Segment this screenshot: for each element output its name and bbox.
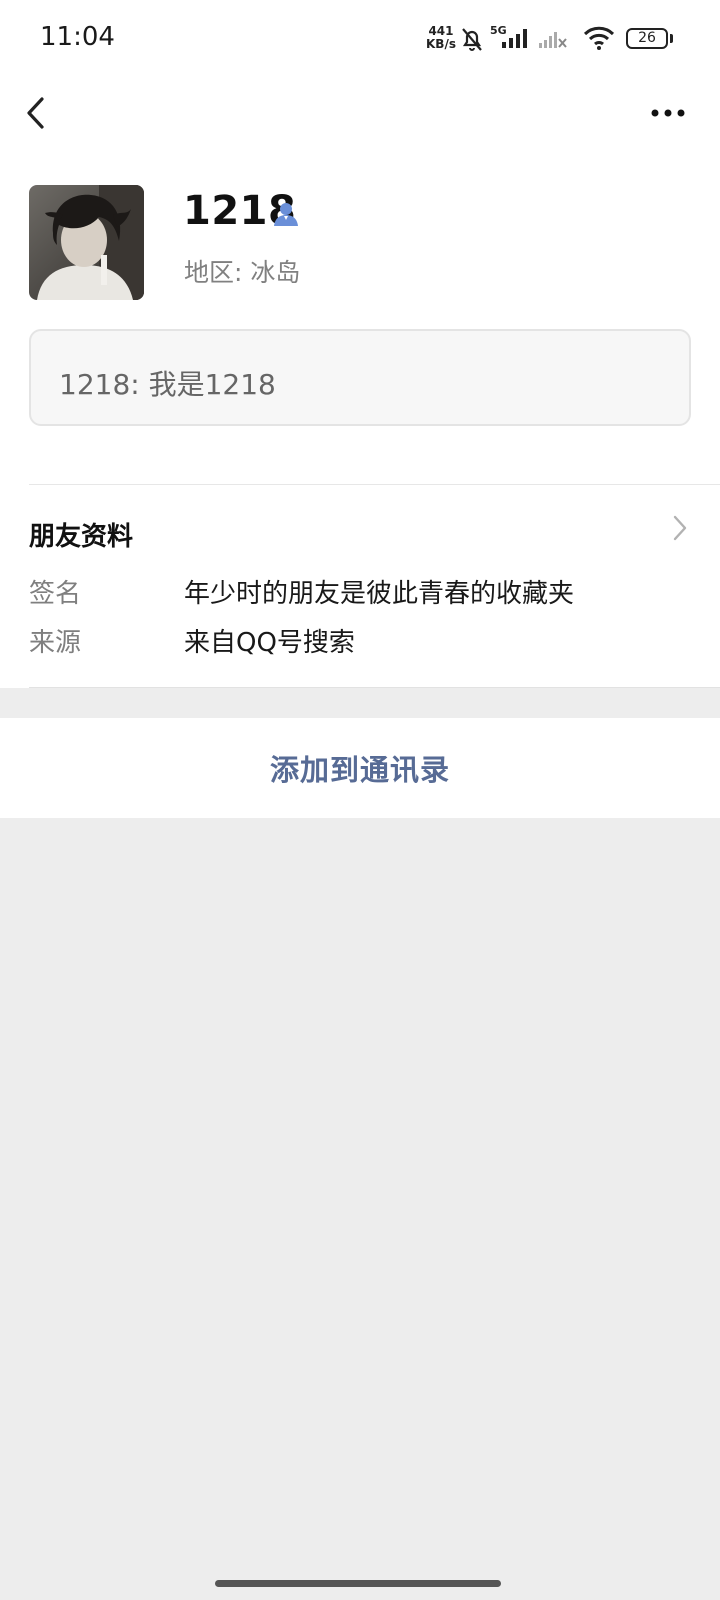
status-bar: 11:04 441 KB/s 5G 26	[0, 0, 720, 80]
back-button[interactable]	[18, 88, 58, 138]
friend-info-title[interactable]: 朋友资料	[29, 516, 133, 553]
user-icon	[274, 203, 298, 226]
more-button[interactable]	[646, 96, 696, 130]
signal-icon	[502, 29, 527, 48]
add-to-contacts-label: 添加到通讯录	[269, 753, 450, 787]
avatar-photo	[29, 185, 144, 300]
battery-tip	[670, 34, 673, 43]
greeting-text: 1218: 我是1218	[59, 368, 276, 401]
signature-label: 签名	[29, 579, 82, 609]
battery-icon: 26	[626, 28, 668, 49]
chevron-right-icon[interactable]	[672, 514, 688, 542]
avatar[interactable]	[29, 185, 144, 300]
divider	[29, 687, 720, 688]
source-value: 来自QQ号搜索	[184, 628, 355, 658]
region: 地区: 冰岛	[184, 253, 300, 289]
chevron-left-icon	[27, 97, 44, 129]
region-value: 冰岛	[250, 258, 301, 287]
greeting-message-box: 1218: 我是1218	[29, 329, 691, 426]
divider	[29, 484, 720, 485]
mute-bell-icon	[462, 28, 482, 51]
network-speed-unit: KB/s	[426, 37, 456, 51]
status-time: 11:04	[40, 22, 115, 52]
home-indicator[interactable]	[215, 1580, 501, 1587]
wifi-icon	[583, 26, 615, 50]
add-to-contacts-button[interactable]: 添加到通讯录	[0, 718, 720, 818]
signal-no-service-icon	[539, 32, 567, 48]
signature-value: 年少时的朋友是彼此青春的收藏夹	[184, 579, 575, 609]
source-label: 来源	[29, 628, 82, 658]
more-dots-icon	[651, 109, 685, 117]
network-speed: 441 KB/s	[426, 25, 456, 51]
region-label: 地区:	[184, 258, 243, 287]
